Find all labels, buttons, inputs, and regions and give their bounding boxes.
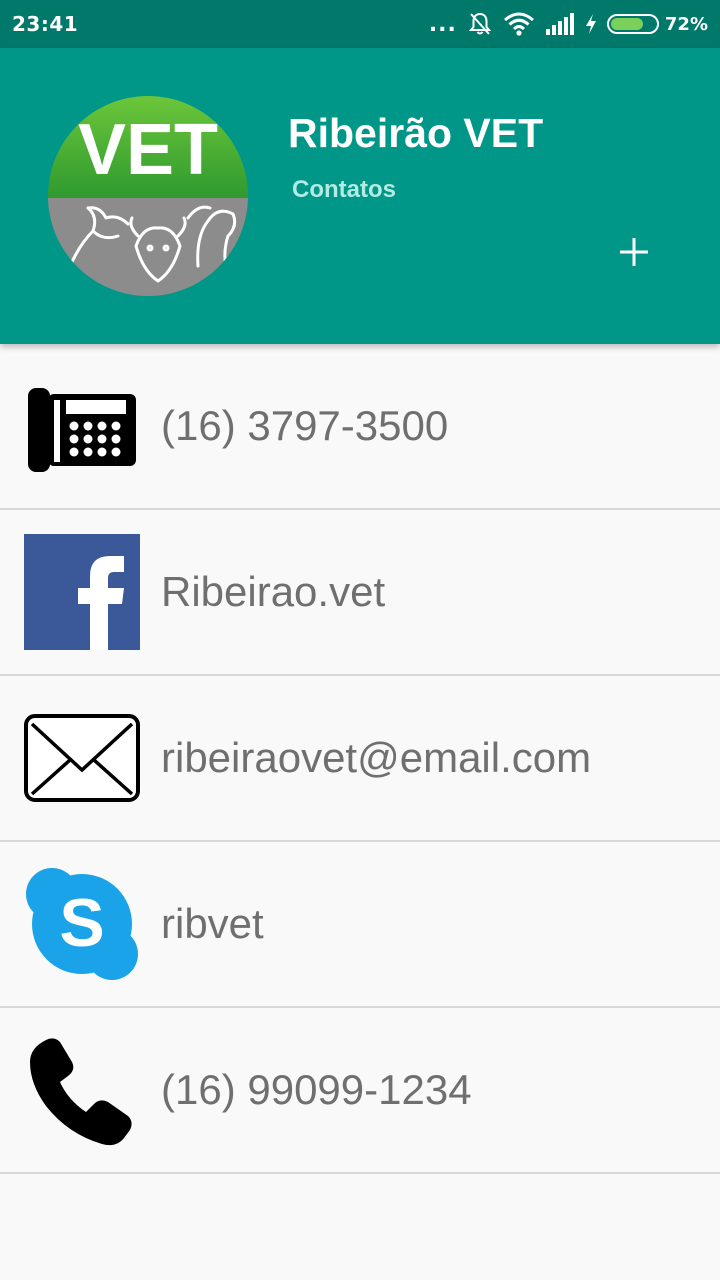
add-contact-button[interactable] <box>606 224 662 280</box>
logo-text: VET <box>78 110 218 190</box>
desk-phone-icon <box>24 368 140 484</box>
contact-label: ribvet <box>161 900 264 947</box>
page-subtitle: Contatos <box>292 176 396 203</box>
page-title: Ribeirão VET <box>288 110 544 156</box>
wifi-icon <box>503 11 535 37</box>
contact-row-landline[interactable]: (16) 3797-3500 <box>0 344 720 510</box>
status-bar: 23:41 ... 72% <box>0 0 720 48</box>
contact-label: ribeiraovet@email.com <box>161 734 592 781</box>
vet-logo: VET <box>48 96 248 296</box>
facebook-icon <box>24 534 140 650</box>
contact-label: (16) 3797-3500 <box>161 402 449 449</box>
contact-row-skype[interactable]: S ribvet <box>0 842 720 1008</box>
phone-handset-icon <box>24 1032 140 1148</box>
contact-header: VET Ribeirão VET Contatos <box>0 48 720 344</box>
contact-label: Ribeirao.vet <box>161 568 386 615</box>
more-notifications-icon: ... <box>428 11 457 37</box>
bell-off-icon <box>467 11 493 37</box>
battery-icon <box>606 14 659 34</box>
charging-icon <box>585 13 597 35</box>
email-icon <box>24 700 140 816</box>
contact-row-mobile[interactable]: (16) 99099-1234 <box>0 1008 720 1174</box>
contact-row-email[interactable]: ribeiraovet@email.com <box>0 676 720 842</box>
battery-percent: 72% <box>664 13 708 35</box>
plus-icon <box>620 238 648 266</box>
contact-label: (16) 99099-1234 <box>161 1066 472 1113</box>
skype-icon: S <box>24 866 140 982</box>
signal-icon <box>545 12 575 36</box>
contact-row-facebook[interactable]: Ribeirao.vet <box>0 510 720 676</box>
contact-list: (16) 3797-3500 Ribeirao.vet ribeiraovet@… <box>0 344 720 1174</box>
status-icons: ... 72% <box>429 0 708 48</box>
svg-text:S: S <box>59 885 104 961</box>
status-time: 23:41 <box>12 12 79 36</box>
battery-level-fill <box>610 18 643 30</box>
battery-indicator: 72% <box>606 13 708 35</box>
